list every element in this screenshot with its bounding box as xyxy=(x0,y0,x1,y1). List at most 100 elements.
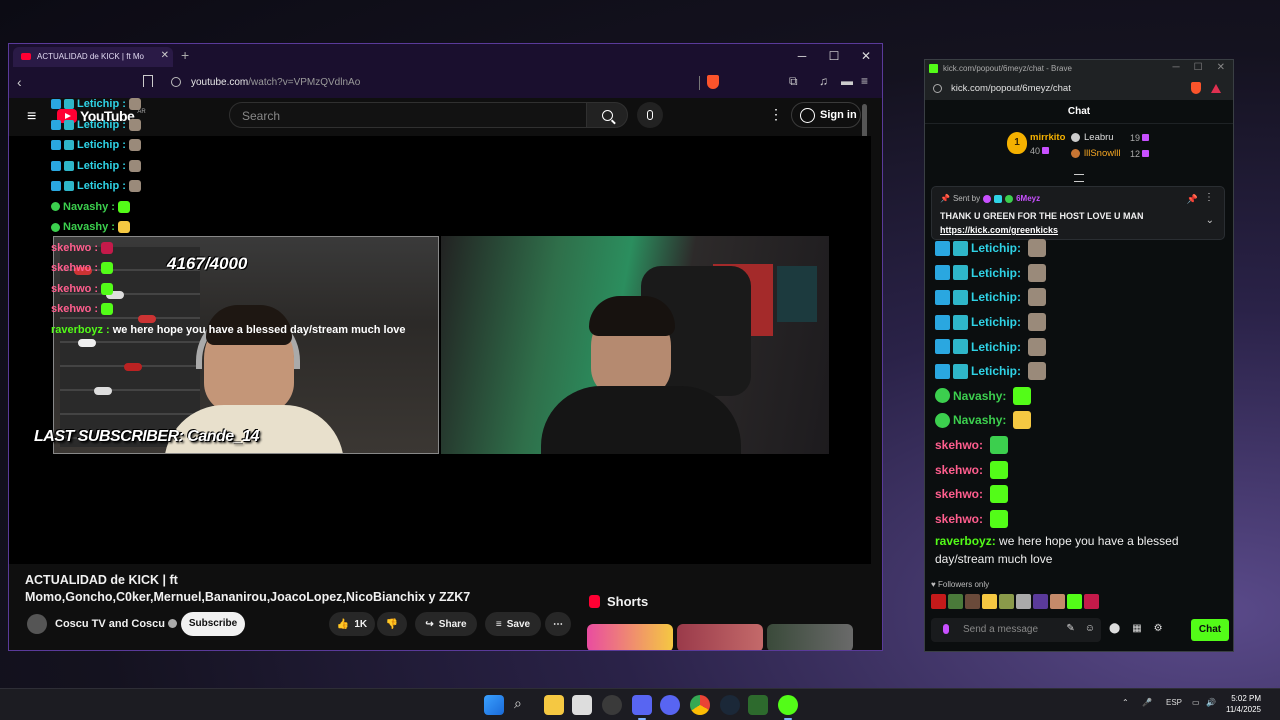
channel-name[interactable]: Coscu TV and Coscu xyxy=(55,618,178,630)
emote-button[interactable] xyxy=(982,594,997,609)
address-bar[interactable]: youtube.com/watch?v=VPMzQVdlnAo xyxy=(191,77,360,88)
channel-avatar[interactable] xyxy=(27,614,47,634)
browser-tab-youtube[interactable]: ACTUALIDAD de KICK | ft Mo ✕ xyxy=(13,47,173,67)
video-player[interactable]: 4167/4000 LAST SUBSCRIBER: Cande_14 Leti… xyxy=(9,98,871,564)
start-menu-icon[interactable] xyxy=(484,695,504,715)
file-explorer-icon[interactable] xyxy=(544,695,564,715)
system-clock[interactable]: 5:02 PM 11/4/2025 xyxy=(1226,693,1261,715)
new-tab-button[interactable]: + xyxy=(181,47,189,63)
gift-box-icon[interactable]: ▦ xyxy=(1132,623,1141,634)
unpin-icon[interactable]: 📌 xyxy=(1187,194,1198,205)
emoji-icon[interactable]: ☺ xyxy=(1085,623,1095,634)
pinned-more-icon[interactable]: ⋮ xyxy=(1204,192,1214,203)
store-icon[interactable] xyxy=(572,695,592,715)
pinned-link[interactable]: https://kick.com/greenkicks xyxy=(940,225,1058,235)
steam-icon[interactable] xyxy=(720,695,740,715)
chat-message-input[interactable]: Send a message ✎ ☺ xyxy=(931,618,1101,642)
leaderboard-entry[interactable]: Leabru xyxy=(1071,132,1114,143)
subscribe-button[interactable]: Subscribe xyxy=(181,612,245,636)
mic-icon[interactable]: 🎤 xyxy=(1142,698,1152,707)
emote-button[interactable] xyxy=(965,594,980,609)
settings-gear-icon[interactable]: ⚙ xyxy=(1154,623,1163,634)
chat-username[interactable]: Letichip: xyxy=(971,290,1021,304)
obs-icon[interactable] xyxy=(602,695,622,715)
short-thumbnail[interactable] xyxy=(677,624,763,650)
chat-username[interactable]: Letichip: xyxy=(971,266,1021,280)
short-thumbnail[interactable] xyxy=(587,624,673,650)
send-chat-button[interactable]: Chat xyxy=(1191,619,1229,641)
emote-icon xyxy=(128,159,141,172)
emote-button[interactable] xyxy=(1067,594,1082,609)
chat-username[interactable]: Letichip: xyxy=(971,364,1021,378)
share-button[interactable]: ↪ Share xyxy=(415,612,477,636)
close-tab-icon[interactable]: ✕ xyxy=(161,50,169,61)
search-icon[interactable]: ⌕ xyxy=(514,695,534,715)
close-window-button[interactable]: ✕ xyxy=(1217,62,1225,73)
brave-shield-icon[interactable] xyxy=(707,75,719,89)
chrome-icon[interactable] xyxy=(690,695,710,715)
pinned-author[interactable]: 6Meyz xyxy=(1016,194,1040,203)
settings-dots-icon[interactable]: ⋮ xyxy=(769,106,783,123)
chat-username[interactable]: skehwo: xyxy=(935,463,983,477)
show-hidden-icons-icon[interactable]: ⌃ xyxy=(1122,698,1129,707)
translate-icon[interactable]: ✎ xyxy=(1066,623,1074,634)
emote-button[interactable] xyxy=(1016,594,1031,609)
voice-search-button[interactable] xyxy=(637,102,663,128)
maximize-button[interactable]: ☐ xyxy=(818,44,850,68)
kick-address-bar[interactable]: kick.com/popout/6meyz/chat xyxy=(925,78,1233,100)
app-icon[interactable] xyxy=(748,695,768,715)
chat-username[interactable]: skehwo: xyxy=(935,487,983,501)
media-icon[interactable]: ♫ xyxy=(819,74,828,88)
site-info-icon[interactable] xyxy=(171,77,181,87)
short-thumbnail[interactable] xyxy=(767,624,853,650)
browser-menu-icon[interactable]: ≡ xyxy=(861,74,868,88)
xbox-icon[interactable] xyxy=(778,695,798,720)
chat-username[interactable]: skehwo: xyxy=(935,438,983,452)
chat-username[interactable]: skehwo: xyxy=(935,512,983,526)
kick-gift-icon[interactable]: ⬤ xyxy=(1109,623,1120,634)
volume-icon[interactable]: 🔊 xyxy=(1206,698,1216,707)
back-button[interactable]: ‹ xyxy=(17,74,22,90)
more-actions-button[interactable]: ⋯ xyxy=(545,612,571,636)
moderator-badge-icon xyxy=(935,314,950,330)
search-button[interactable] xyxy=(586,102,628,128)
chat-username[interactable]: Letichip: xyxy=(971,340,1021,354)
emote-button[interactable] xyxy=(931,594,946,609)
leaderboard-entry[interactable]: lllSnowlll xyxy=(1071,148,1120,159)
hamburger-menu-icon[interactable]: ≡ xyxy=(27,108,36,126)
discord-icon[interactable] xyxy=(660,695,680,715)
bookmark-icon[interactable] xyxy=(143,75,153,87)
chat-username[interactable]: Letichip: xyxy=(971,241,1021,255)
chat-username[interactable]: Navashy: xyxy=(953,389,1006,403)
minimize-button[interactable]: ─ xyxy=(1173,62,1180,73)
brave-rewards-icon[interactable] xyxy=(1211,84,1221,93)
stream-chat-overlay: Letichip : Letichip : Letichip : Letichip :… xyxy=(51,94,406,340)
overlay-chat-username: skehwo : xyxy=(51,282,99,295)
app-icon[interactable] xyxy=(632,695,652,720)
voice-icon[interactable] xyxy=(943,624,949,634)
emote-button[interactable] xyxy=(1050,594,1065,609)
brave-shield-icon[interactable] xyxy=(1191,82,1201,94)
maximize-button[interactable]: ☐ xyxy=(1194,62,1203,73)
input-language[interactable]: ESP xyxy=(1166,698,1182,707)
dislike-button[interactable]: 👎 xyxy=(377,612,407,636)
wallet-icon[interactable]: ▬ xyxy=(841,74,853,88)
network-icon[interactable]: ▭ xyxy=(1192,698,1200,707)
emote-button[interactable] xyxy=(948,594,963,609)
chevron-down-icon[interactable]: ⌄ xyxy=(1206,215,1214,226)
chat-username[interactable]: Navashy: xyxy=(953,413,1006,427)
emote-button[interactable] xyxy=(1033,594,1048,609)
sign-in-button[interactable]: Sign in xyxy=(791,102,861,128)
close-window-button[interactable]: ✕ xyxy=(850,44,882,68)
emote-button[interactable] xyxy=(999,594,1014,609)
expand-leaderboard-icon[interactable] xyxy=(1074,174,1084,182)
chat-username[interactable]: raverboyz xyxy=(935,534,992,548)
like-button[interactable]: 👍 1K xyxy=(329,612,375,636)
emote-button[interactable] xyxy=(1084,594,1099,609)
sidebar-icon[interactable]: ⧉ xyxy=(789,74,798,89)
minimize-button[interactable]: ─ xyxy=(786,44,818,68)
chat-username[interactable]: Letichip: xyxy=(971,315,1021,329)
save-button[interactable]: ≡ Save xyxy=(485,612,541,636)
leaderboard-first-name[interactable]: mirrkito xyxy=(1030,132,1065,143)
followers-only-indicator: ♥ Followers only xyxy=(931,580,990,589)
